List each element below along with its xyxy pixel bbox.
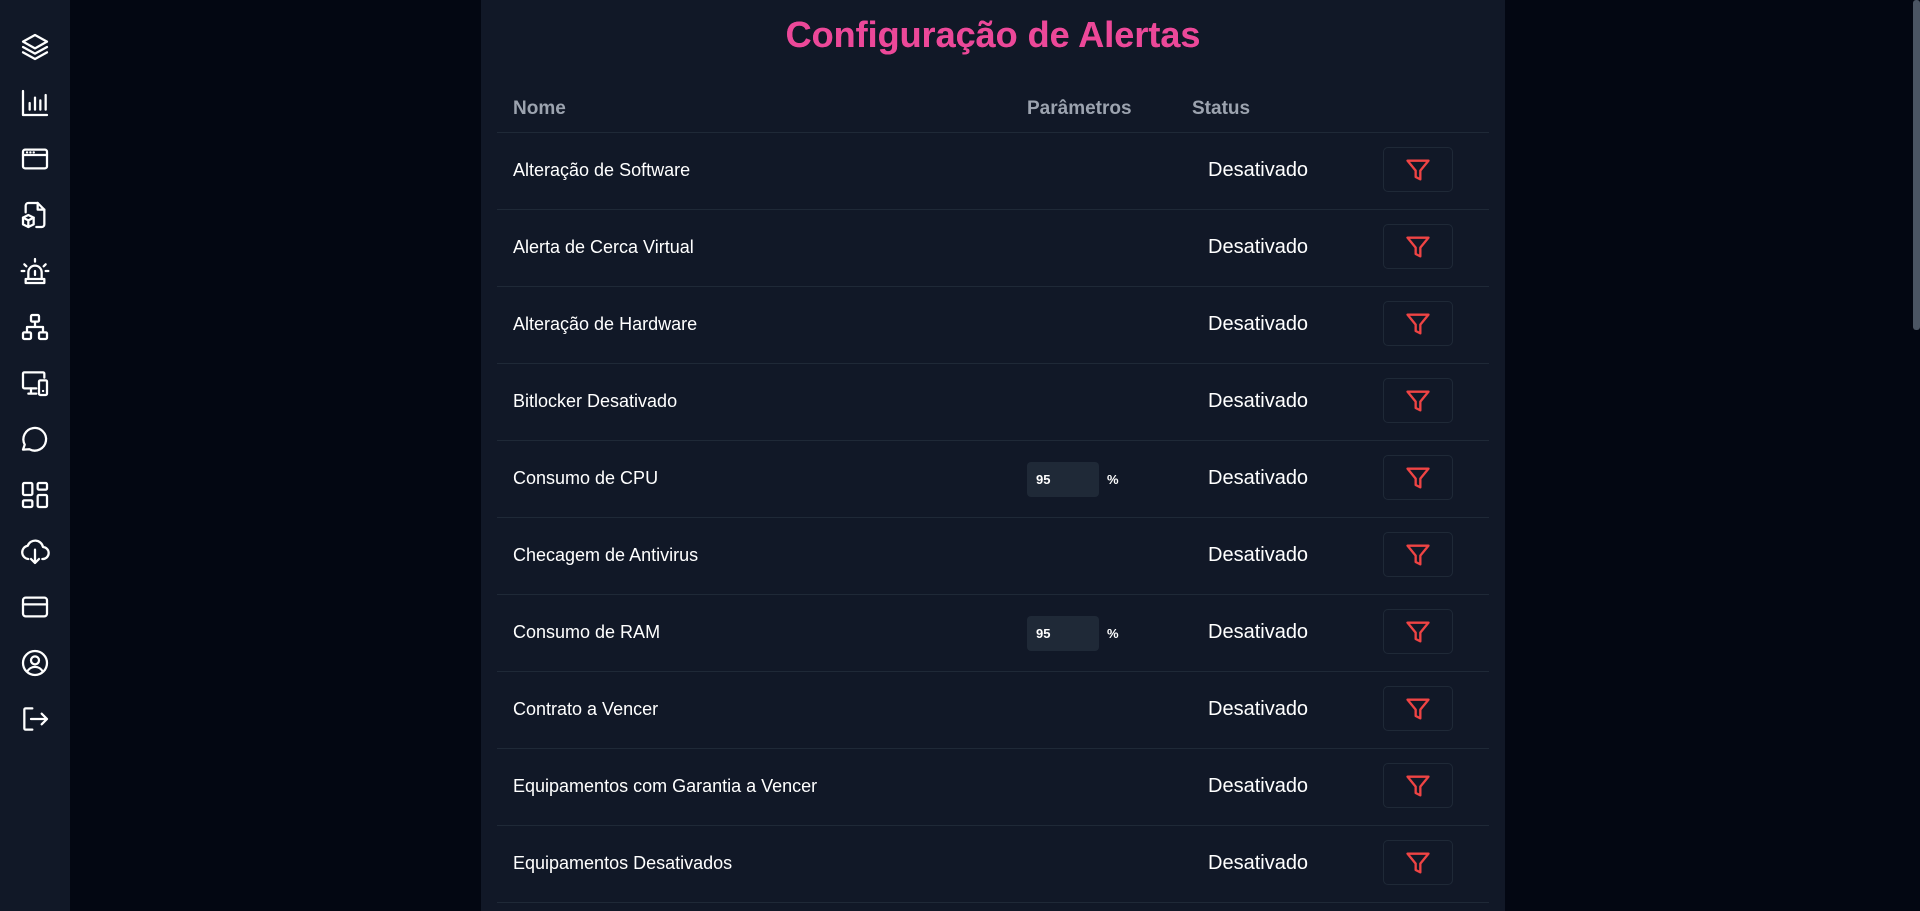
filter-icon [1404, 772, 1432, 800]
app-root: Configuração de Alertas Nome Parâmetros … [0, 0, 1920, 911]
table-row: Consumo de RAM% Desativado [497, 595, 1489, 672]
bar-chart-icon[interactable] [15, 83, 55, 123]
alert-parameter: % [1027, 616, 1119, 651]
alert-name: Equipamentos Desativados [513, 853, 733, 873]
filter-button[interactable] [1383, 378, 1453, 423]
table-row: Equipamentos Desativados Desativado [497, 826, 1489, 903]
filter-button[interactable] [1383, 147, 1453, 192]
alert-name: Equipamentos com Garantia a Vencer [513, 776, 818, 796]
column-header-status: Status [1192, 98, 1251, 119]
cloud-download-icon[interactable] [15, 531, 55, 571]
file-package-icon[interactable] [15, 195, 55, 235]
user-circle-icon[interactable] [15, 643, 55, 683]
table-row: Alteração de Hardware Desativado [497, 287, 1489, 364]
alert-name: Consumo de RAM [513, 622, 661, 642]
filter-button[interactable] [1383, 532, 1453, 577]
alert-name: Alteração de Hardware [513, 314, 698, 334]
threshold-unit: % [1107, 472, 1119, 487]
filter-icon [1404, 387, 1432, 415]
alerts-panel: Configuração de Alertas Nome Parâmetros … [481, 0, 1505, 911]
filter-button[interactable] [1383, 455, 1453, 500]
filter-button[interactable] [1383, 763, 1453, 808]
sidebar [0, 0, 70, 911]
table-row: Alerta de Cerca Virtual Desativado [497, 210, 1489, 287]
dashboard-layout-icon[interactable] [15, 475, 55, 515]
alert-status: Desativado [1208, 775, 1309, 797]
alert-status: Desativado [1208, 313, 1309, 335]
table-row: Bitlocker Desativado Desativado [497, 364, 1489, 441]
filter-button[interactable] [1383, 686, 1453, 731]
table-row: Contrato a Vencer Desativado [497, 672, 1489, 749]
alert-status: Desativado [1208, 544, 1309, 566]
browser-window-icon[interactable] [15, 139, 55, 179]
filter-icon [1404, 310, 1432, 338]
table-header: Nome Parâmetros Status [497, 88, 1489, 133]
alert-parameter: % [1027, 462, 1119, 497]
credit-card-icon[interactable] [15, 587, 55, 627]
filter-icon [1404, 618, 1432, 646]
devices-icon[interactable] [15, 363, 55, 403]
table-row: Checagem de Antivirus Desativado [497, 518, 1489, 595]
network-hierarchy-icon[interactable] [15, 307, 55, 347]
alert-name: Alteração de Software [513, 160, 691, 180]
alert-status: Desativado [1208, 852, 1309, 874]
alert-name: Alerta de Cerca Virtual [513, 237, 694, 257]
threshold-input[interactable] [1027, 616, 1099, 651]
alert-name: Contrato a Vencer [513, 699, 659, 719]
alert-status: Desativado [1208, 159, 1309, 181]
alert-status: Desativado [1208, 621, 1309, 643]
alert-status: Desativado [1208, 698, 1309, 720]
threshold-input[interactable] [1027, 462, 1099, 497]
logout-icon[interactable] [15, 699, 55, 739]
filter-button[interactable] [1383, 609, 1453, 654]
layers-icon[interactable] [15, 27, 55, 67]
filter-icon [1404, 464, 1432, 492]
filter-icon [1404, 849, 1432, 877]
alert-name: Checagem de Antivirus [513, 545, 699, 565]
alerts-table-body: Alteração de Software Desativado Alerta de… [497, 133, 1489, 903]
table-row: Alteração de Software Desativado [497, 133, 1489, 210]
filter-icon [1404, 695, 1432, 723]
alarm-siren-icon[interactable] [15, 251, 55, 291]
scrollbar-thumb[interactable] [1913, 0, 1920, 330]
filter-icon [1404, 541, 1432, 569]
alert-status: Desativado [1208, 236, 1309, 258]
page-title: Configuração de Alertas [481, 14, 1505, 56]
alert-status: Desativado [1208, 390, 1309, 412]
filter-button[interactable] [1383, 224, 1453, 269]
table-row: Equipamentos com Garantia a Vencer Desati… [497, 749, 1489, 826]
chat-bubble-icon[interactable] [15, 419, 55, 459]
filter-button[interactable] [1383, 840, 1453, 885]
alert-status: Desativado [1208, 467, 1309, 489]
alert-name: Consumo de CPU [513, 468, 659, 488]
filter-icon [1404, 233, 1432, 261]
filter-icon [1404, 156, 1432, 184]
table-row: Consumo de CPU% Desativado [497, 441, 1489, 518]
column-header-name: Nome [513, 98, 566, 119]
column-header-params: Parâmetros [1027, 98, 1132, 119]
threshold-unit: % [1107, 626, 1119, 641]
filter-button[interactable] [1383, 301, 1453, 346]
alert-name: Bitlocker Desativado [513, 391, 678, 411]
